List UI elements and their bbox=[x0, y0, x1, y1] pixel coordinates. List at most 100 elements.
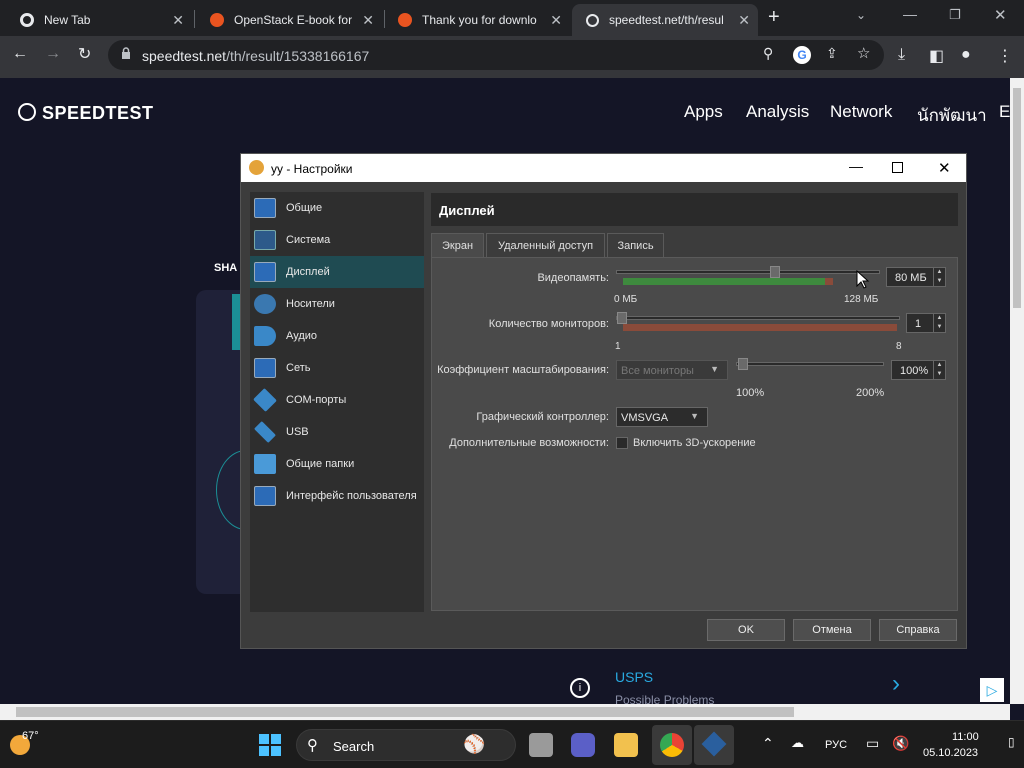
profile-icon[interactable]: ● bbox=[961, 46, 971, 64]
download-icon[interactable]: ⤓ bbox=[898, 46, 905, 64]
forward-arrow-icon[interactable]: → bbox=[45, 45, 61, 63]
close-icon[interactable]: ✕ bbox=[362, 12, 374, 29]
location-pin-icon[interactable]: ⚲ bbox=[763, 45, 773, 62]
video-memory-slider[interactable] bbox=[616, 270, 880, 274]
clock-time[interactable]: 11:00 bbox=[952, 731, 979, 743]
file-explorer-icon[interactable] bbox=[614, 733, 638, 757]
monitor-count-slider-thumb[interactable] bbox=[617, 312, 627, 324]
nav-network[interactable]: Network bbox=[830, 102, 892, 122]
ad-title[interactable]: USPS bbox=[615, 669, 653, 685]
chrome-taskbar-button[interactable] bbox=[652, 725, 692, 765]
info-icon[interactable]: i bbox=[570, 678, 590, 698]
windows-start-icon[interactable] bbox=[259, 734, 281, 756]
virtualbox-taskbar-button[interactable] bbox=[694, 725, 734, 765]
vertical-scrollbar[interactable] bbox=[1010, 78, 1024, 704]
share-icon[interactable]: ⇪ bbox=[826, 45, 838, 62]
scroll-thumb[interactable] bbox=[16, 707, 794, 717]
sidebar-item-serial-ports[interactable]: COM-порты bbox=[250, 384, 424, 416]
monitor-count-label: Количество мониторов: bbox=[488, 318, 609, 330]
menu-dots-icon[interactable]: ⋮ bbox=[997, 46, 1013, 66]
spin-arrows-icon[interactable]: ▲ ▼ bbox=[933, 361, 945, 379]
tab-thank-you[interactable]: Thank you for downlo ✕ bbox=[384, 4, 570, 36]
tab-speedtest[interactable]: speedtest.net/th/resul ✕ bbox=[572, 4, 758, 36]
new-tab-button[interactable]: + bbox=[768, 6, 780, 29]
close-icon[interactable]: ✕ bbox=[938, 159, 951, 177]
onedrive-icon[interactable]: ☁ bbox=[791, 735, 804, 751]
tab-new-tab[interactable]: New Tab ✕ bbox=[6, 4, 192, 36]
sidebar-item-usb[interactable]: USB bbox=[250, 416, 424, 448]
ok-button[interactable]: OK bbox=[707, 619, 785, 641]
network-icon[interactable]: ▭ bbox=[866, 735, 879, 752]
video-memory-slider-thumb[interactable] bbox=[769, 266, 780, 278]
taskbar-search-box[interactable]: ⚲ Search ⚾ bbox=[296, 729, 516, 761]
tab-recording[interactable]: Запись bbox=[607, 233, 664, 257]
address-bar[interactable]: speedtest.net/th/result/15338166167 ⚲ G … bbox=[108, 40, 884, 70]
close-icon[interactable]: ✕ bbox=[550, 12, 562, 29]
teams-chat-icon[interactable] bbox=[571, 733, 595, 757]
maximize-icon[interactable] bbox=[892, 162, 903, 173]
volume-muted-icon[interactable]: 🔇 bbox=[892, 735, 909, 752]
language-indicator[interactable]: РУС bbox=[825, 739, 847, 751]
sidebar-item-network[interactable]: Сеть bbox=[250, 352, 424, 384]
lock-icon[interactable] bbox=[121, 47, 130, 59]
horizontal-scrollbar[interactable] bbox=[0, 704, 1010, 720]
window-close-icon[interactable]: ✕ bbox=[994, 6, 1007, 24]
tab-openstack[interactable]: OpenStack E-book for ✕ bbox=[196, 4, 382, 36]
clock-date[interactable]: 05.10.2023 bbox=[923, 747, 978, 759]
help-button[interactable]: Справка bbox=[879, 619, 957, 641]
close-icon[interactable]: ✕ bbox=[172, 12, 184, 29]
ubuntu-icon bbox=[398, 13, 412, 27]
spin-arrows-icon[interactable]: ▲ ▼ bbox=[933, 314, 945, 332]
nav-more[interactable]: E bbox=[999, 102, 1010, 122]
tab-screen[interactable]: Экран bbox=[431, 233, 484, 258]
sidebar-item-user-interface[interactable]: Интерфейс пользователя bbox=[250, 480, 424, 512]
monitor-count-slider[interactable] bbox=[616, 316, 900, 320]
bookmark-star-icon[interactable]: ☆ bbox=[857, 44, 870, 62]
speedtest-logo[interactable]: SPEEDTEST bbox=[42, 103, 154, 124]
nav-analysis[interactable]: Analysis bbox=[746, 102, 809, 122]
nav-apps[interactable]: Apps bbox=[684, 102, 723, 122]
monitor-count-spinbox[interactable]: 1 ▲ ▼ bbox=[906, 313, 946, 333]
minimize-icon[interactable]: — bbox=[903, 6, 917, 22]
notification-icon[interactable]: ▯ bbox=[1008, 735, 1015, 749]
side-panel-icon[interactable]: ◧ bbox=[929, 46, 944, 66]
minimize-icon[interactable]: — bbox=[849, 158, 863, 174]
back-arrow-icon[interactable]: ← bbox=[12, 45, 28, 63]
chevron-right-icon[interactable]: › bbox=[892, 670, 900, 698]
sidebar-item-display[interactable]: Дисплей bbox=[250, 256, 424, 288]
sidebar-item-audio[interactable]: Аудио bbox=[250, 320, 424, 352]
graphics-controller-combo[interactable]: VMSVGA ▼ bbox=[616, 407, 708, 427]
screen-tab-pane bbox=[431, 257, 958, 611]
scale-factor-min: 100% bbox=[736, 387, 765, 399]
reload-icon[interactable]: ↻ bbox=[78, 44, 91, 64]
spin-arrows-icon[interactable]: ▲ ▼ bbox=[933, 268, 945, 286]
google-lens-icon[interactable]: G bbox=[793, 46, 811, 64]
ad-banner[interactable]: i USPS Possible Problems › bbox=[560, 658, 920, 704]
restore-icon[interactable]: ❐ bbox=[949, 7, 961, 23]
tab-remote-display[interactable]: Удаленный доступ bbox=[486, 233, 605, 257]
url-text: speedtest.net/th/result/15338166167 bbox=[142, 48, 370, 64]
sidebar-item-shared-folders[interactable]: Общие папки bbox=[250, 448, 424, 480]
task-view-icon[interactable] bbox=[529, 733, 553, 757]
cancel-button[interactable]: Отмена bbox=[793, 619, 871, 641]
scale-factor-spinbox[interactable]: 100% ▲ ▼ bbox=[891, 360, 946, 380]
scroll-thumb[interactable] bbox=[1013, 88, 1021, 308]
tab-search-icon[interactable]: ⌄ bbox=[856, 8, 866, 22]
video-memory-label: Видеопамять: bbox=[537, 272, 609, 284]
sidebar-item-storage[interactable]: Носители bbox=[250, 288, 424, 320]
nav-developers[interactable]: นักพัฒนา bbox=[917, 102, 987, 129]
sidebar-item-system[interactable]: Система bbox=[250, 224, 424, 256]
3d-acceleration-checkbox[interactable] bbox=[616, 437, 628, 449]
scale-factor-slider[interactable] bbox=[736, 362, 884, 366]
3d-acceleration-label[interactable]: Включить 3D-ускорение bbox=[633, 437, 756, 449]
dialog-title-bar[interactable]: yy - Настройки — ✕ bbox=[241, 154, 966, 182]
serial-ports-icon bbox=[253, 388, 277, 412]
sidebar-item-general[interactable]: Общие bbox=[250, 192, 424, 224]
close-icon[interactable]: ✕ bbox=[738, 12, 750, 29]
chevron-up-icon[interactable]: ⌃ bbox=[762, 735, 774, 752]
video-memory-spinbox[interactable]: 80 МБ ▲ ▼ bbox=[886, 267, 946, 287]
adchoices-icon[interactable]: ▷ bbox=[980, 678, 1004, 702]
weather-temp[interactable]: 67° bbox=[22, 730, 39, 742]
scale-factor-slider-thumb[interactable] bbox=[738, 358, 748, 370]
chrome-icon bbox=[20, 13, 34, 27]
